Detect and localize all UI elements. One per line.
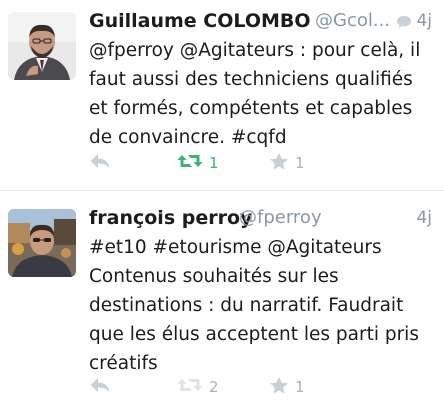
tweet-text: #et10 #etourisme @Agitateurs Contenus so…	[89, 237, 419, 374]
timestamp[interactable]: 4j	[416, 203, 432, 233]
retweet-icon	[177, 376, 203, 398]
favorite-count: 1	[295, 378, 305, 396]
tweet-item[interactable]: Guillaume COLOMBO @Gcol... 4j @fperroy @…	[0, 0, 444, 190]
retweet-count: 1	[209, 154, 219, 172]
retweet-button[interactable]: 1	[177, 150, 219, 176]
favorite-button[interactable]: 1	[269, 150, 305, 176]
tweet-text: @fperroy @Agitateurs : pour celà, il fau…	[89, 40, 421, 148]
tweet-header: Guillaume COLOMBO @Gcol... 4j	[89, 6, 432, 36]
favorite-count: 1	[295, 154, 305, 172]
conversation-icon	[396, 14, 412, 28]
star-icon	[269, 376, 289, 399]
retweet-icon	[177, 152, 203, 174]
tweet-actions: 1 1	[89, 150, 434, 176]
favorite-button[interactable]: 1	[269, 374, 305, 400]
reply-button[interactable]	[89, 374, 111, 400]
author-handle[interactable]: @Gcol...	[315, 6, 390, 36]
timestamp[interactable]: 4j	[416, 6, 432, 36]
retweet-count: 2	[209, 378, 219, 396]
reply-icon	[89, 152, 111, 174]
tweet-actions: 2 1	[89, 374, 434, 400]
author-name[interactable]: Guillaume COLOMBO	[89, 6, 311, 36]
tweet-item[interactable]: françois perroy @fperroy 4j #et10 #etour…	[0, 191, 444, 414]
author-handle[interactable]: @fperroy	[239, 203, 322, 233]
avatar[interactable]	[8, 209, 76, 277]
tweet-header: françois perroy @fperroy 4j	[89, 203, 432, 233]
avatar[interactable]	[8, 12, 76, 80]
tweet-timeline: Guillaume COLOMBO @Gcol... 4j @fperroy @…	[0, 0, 444, 414]
star-icon	[269, 152, 289, 175]
reply-icon	[89, 376, 111, 398]
retweet-button[interactable]: 2	[177, 374, 219, 400]
author-name[interactable]: françois perroy	[89, 203, 252, 233]
reply-button[interactable]	[89, 150, 111, 176]
